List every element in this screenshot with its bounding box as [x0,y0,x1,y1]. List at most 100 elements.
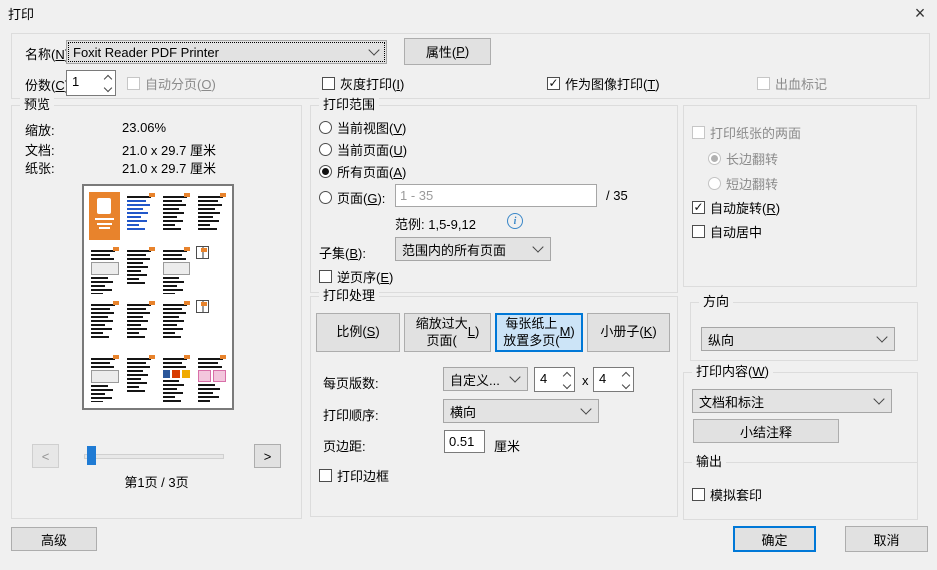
pages-per-sheet-value: 自定义... [450,372,500,388]
spinner-arrows-icon[interactable] [559,368,574,391]
orientation-value: 纵向 [708,332,735,348]
auto-rotate-checkbox[interactable]: 自动旋转(R) [692,198,780,217]
bleed-marks-checkbox: 出血标记 [757,74,827,93]
preview-grid [89,192,227,402]
zoom-value: 23.06% [122,120,167,135]
dialog-title: 打印 [8,7,35,22]
print-handling-group-title: 打印处理 [319,288,380,304]
radio-icon [319,143,332,156]
print-both-sides-checkbox: 打印纸张的两面 [692,123,801,142]
next-page-button[interactable]: > [254,444,281,468]
preview-mini-page [196,354,227,402]
preview-group-title: 预览 [20,97,55,113]
simulate-overprint-checkbox[interactable]: 模拟套印 [692,485,762,504]
current-view-radio[interactable]: 当前视图(V) [319,118,406,137]
checkbox-icon [322,77,335,90]
shrink-oversized-button[interactable]: 缩放过大 页面(L) [404,313,491,352]
booklet-button[interactable]: 小册子(K) [587,313,670,352]
preview-group: 预览 缩放: 23.06% 文档: 21.0 x 29.7 厘米 纸张: 21.… [11,97,302,519]
grayscale-checkbox[interactable]: 灰度打印(I) [322,74,404,93]
print-content-value: 文档和标注 [699,394,765,410]
print-border-checkbox[interactable]: 打印边框 [319,466,389,485]
margin-label: 页边距: [323,439,366,454]
preview-mini-page [89,300,120,348]
tiles-x-spinner[interactable]: 4 [534,367,575,392]
properties-button[interactable]: 属性(P) [404,38,491,65]
print-content-group: 打印内容(W) 文档和标注 小结注释 [683,364,918,463]
margin-input[interactable] [444,430,485,453]
spinner-arrows-icon[interactable] [618,368,633,391]
copies-spinner[interactable]: 1 [66,70,116,96]
tiles-y-value: 4 [599,371,607,386]
print-dialog: 打印 × 名称(N): Foxit Reader PDF Printer 属性(… [0,0,937,570]
tiles-times-label: x [582,373,589,388]
pages-per-sheet-label: 每页版数: [323,376,379,391]
chevron-down-icon [368,44,380,56]
paper-label: 纸张: [25,161,55,176]
preview-mini-page [196,300,210,313]
summarize-comments-button[interactable]: 小结注释 [693,419,839,443]
page-slider[interactable] [84,446,224,465]
print-handling-group: 打印处理 比例(S) 缩放过大 页面(L) 每张纸上 放置多页(M) 小册子(K… [310,288,678,517]
preview-mini-page [124,192,156,240]
preview-mini-page [124,246,156,294]
example-text: 范例: 1,5-9,12 [395,217,476,232]
preview-thumbnail [82,184,234,410]
pages-per-sheet-combobox[interactable]: 自定义... [443,367,528,391]
radio-icon [708,177,721,190]
chevron-down-icon [876,331,888,343]
checkbox-checked-icon [692,201,705,214]
print-range-group: 打印范围 当前视图(V) 当前页面(U) 所有页面(A) 页面(G): / 35… [310,97,678,293]
preview-mini-page [196,192,227,240]
checkbox-icon [319,270,332,283]
tiles-x-value: 4 [540,371,548,386]
collate-checkbox: 自动分页(O) [127,74,216,93]
cancel-button[interactable]: 取消 [845,526,928,552]
preview-mini-page [89,354,120,402]
print-content-combobox[interactable]: 文档和标注 [692,389,892,413]
auto-center-checkbox[interactable]: 自动居中 [692,222,762,241]
info-icon[interactable]: i [507,213,523,229]
printer-name-combobox[interactable]: Foxit Reader PDF Printer [66,40,387,64]
orientation-combobox[interactable]: 纵向 [701,327,895,351]
reverse-pages-checkbox[interactable]: 逆页序(E) [319,267,393,286]
subset-combobox[interactable]: 范围内的所有页面 [395,237,551,261]
print-as-image-checkbox[interactable]: 作为图像打印(T) [547,74,660,93]
preview-mini-page [89,246,120,294]
radio-icon [319,121,332,134]
page-order-value: 横向 [450,404,477,420]
preview-mini-page [89,192,120,240]
spinner-arrows-icon[interactable] [100,71,115,95]
radio-icon [319,191,332,204]
chevron-down-icon [873,393,885,405]
handling-mode-buttons: 比例(S) 缩放过大 页面(L) 每张纸上 放置多页(M) 小册子(K) [316,313,670,352]
page-range-input [395,184,597,207]
preview-mini-page [196,246,210,259]
close-icon[interactable]: × [905,0,935,26]
preview-mini-page [124,300,156,348]
slider-track[interactable] [84,454,224,459]
ok-button[interactable]: 确定 [733,526,816,552]
radio-selected-icon [319,165,332,178]
radio-selected-icon [708,152,721,165]
current-page-radio[interactable]: 当前页面(U) [319,140,407,159]
page-order-combobox[interactable]: 横向 [443,399,599,423]
orientation-group: 方向 纵向 [690,294,918,361]
checkbox-icon [319,469,332,482]
copies-value: 1 [72,74,80,89]
chevron-down-icon [509,371,521,383]
paper-size-value: 21.0 x 29.7 厘米 [122,161,216,176]
preview-mini-page [160,246,192,294]
printer-name-value: Foxit Reader PDF Printer [73,44,219,60]
subset-value: 范围内的所有页面 [402,242,507,258]
advanced-button[interactable]: 高级 [11,527,97,551]
multiple-pages-per-sheet-button[interactable]: 每张纸上 放置多页(M) [495,313,583,352]
duplex-group: 打印纸张的两面 长边翻转 短边翻转 自动旋转(R) 自动居中 [683,105,917,287]
tiles-y-spinner[interactable]: 4 [593,367,634,392]
scale-button[interactable]: 比例(S) [316,313,400,352]
slider-handle[interactable] [87,446,96,465]
pages-radio[interactable]: 页面(G): [319,188,385,207]
preview-mini-page [160,300,192,348]
prev-page-button: < [32,444,59,468]
all-pages-radio[interactable]: 所有页面(A) [319,162,406,181]
